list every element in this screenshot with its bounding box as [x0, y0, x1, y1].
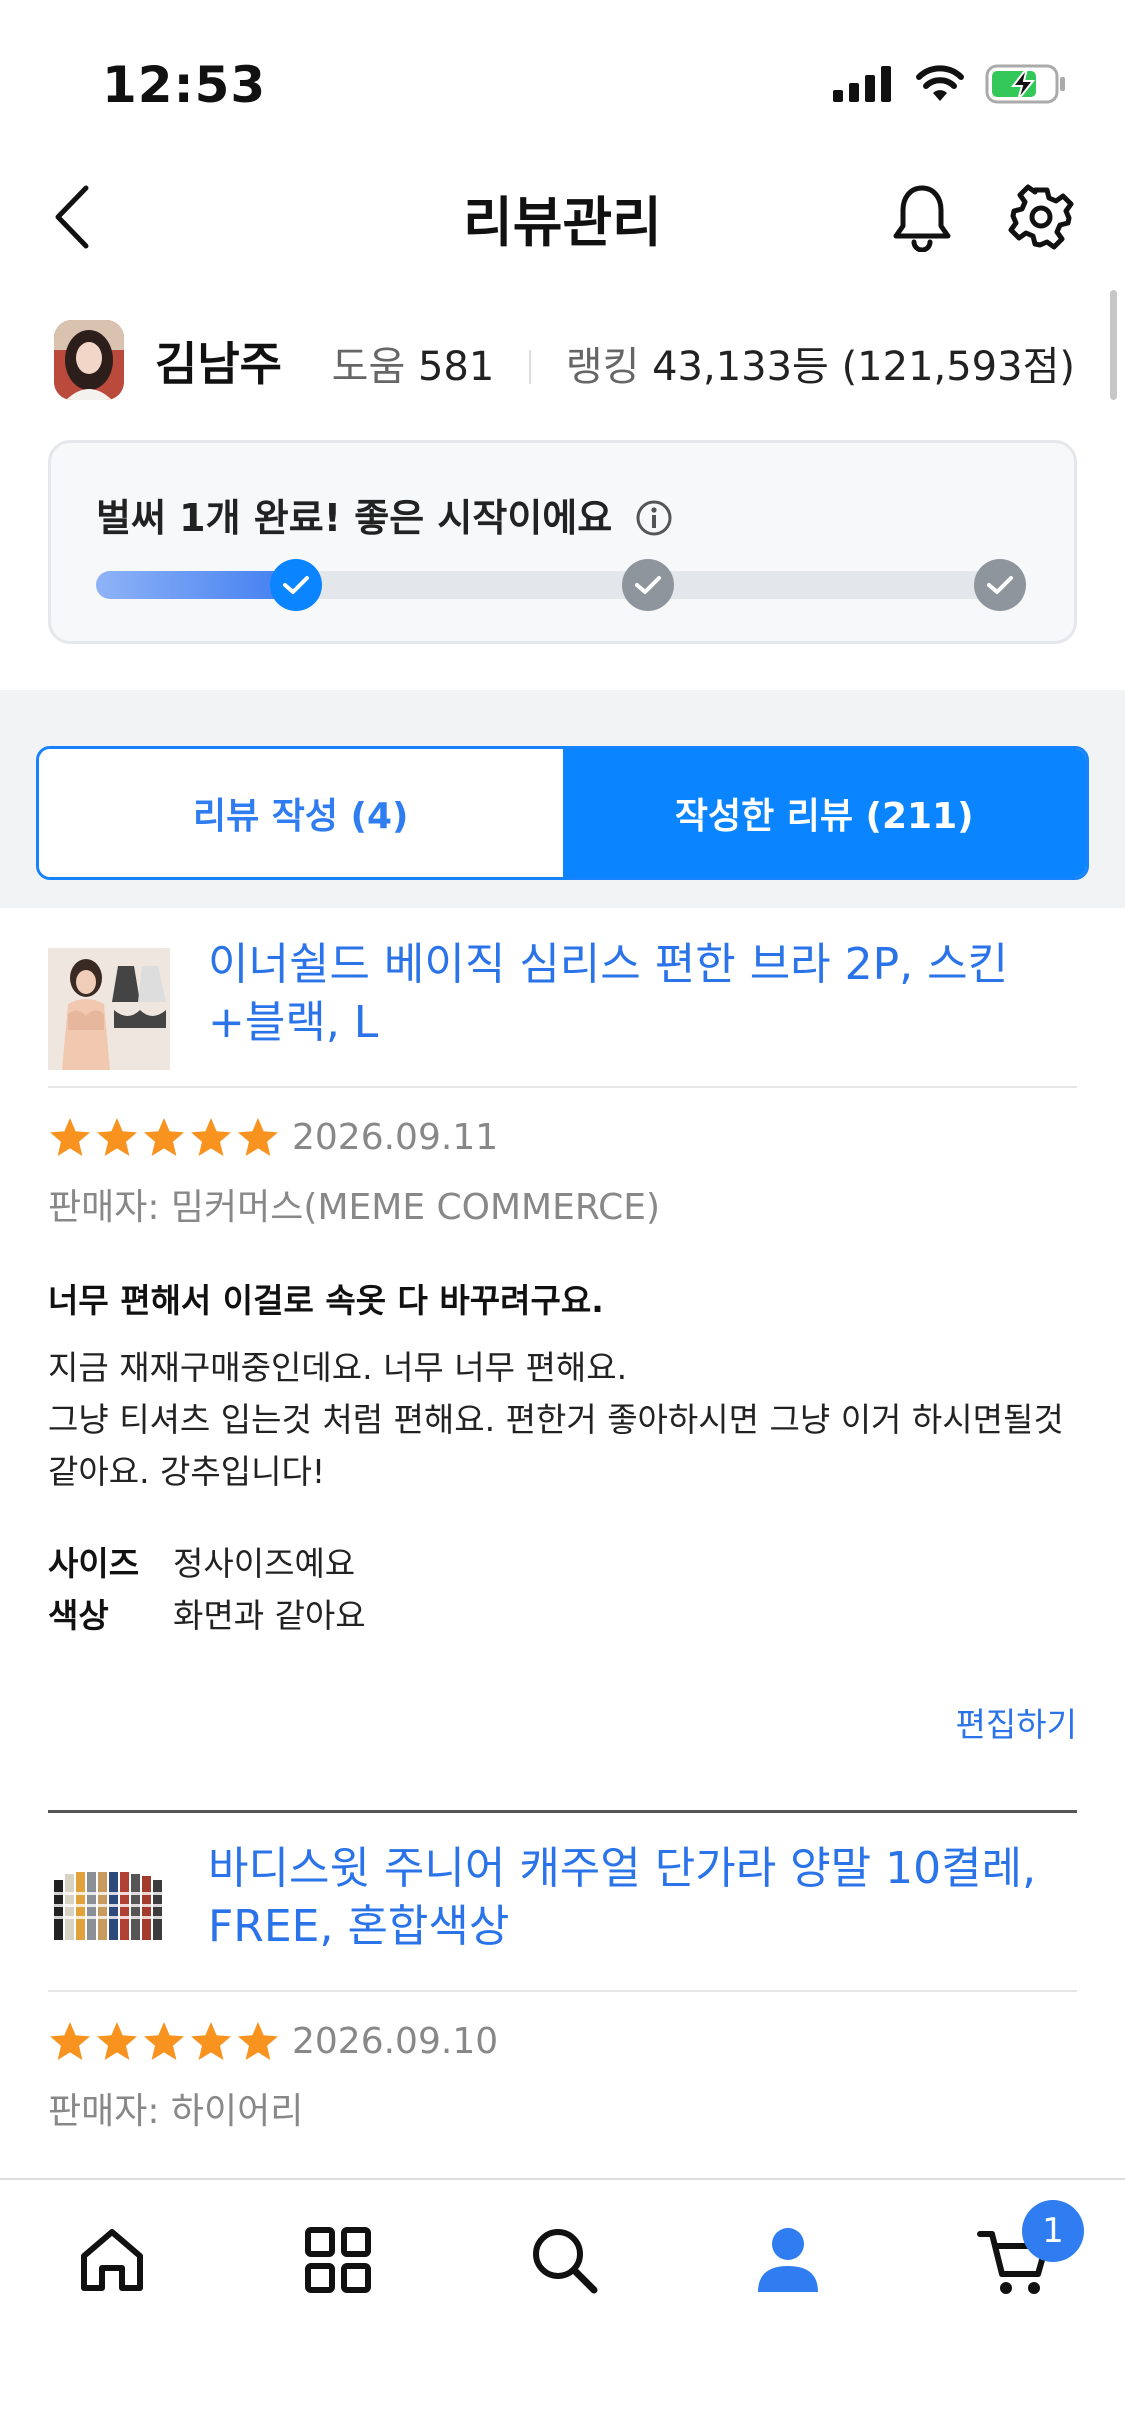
- settings-gear-icon[interactable]: [1008, 182, 1074, 252]
- progress-track: [96, 559, 1026, 611]
- avatar: [54, 320, 124, 400]
- star-icon: [191, 1118, 231, 1156]
- attribute-key: 색상: [48, 1596, 109, 1635]
- profile-stats: 도움 581 랭킹 43,133등 (121,593점): [332, 334, 1075, 392]
- stats-divider: [529, 350, 532, 384]
- seller-name: 판매자: 하이어리: [48, 2091, 304, 2132]
- product-name-link[interactable]: 바디스윗 주니어 캐주얼 단가라 양말 10켤레, FREE, 혼합색상: [208, 1840, 1078, 1956]
- status-time: 12:53: [102, 56, 267, 114]
- bottom-navigation: 1: [0, 2178, 1125, 2436]
- ranking-value: 43,133등 (121,593점): [652, 344, 1075, 390]
- status-icons: [833, 64, 1067, 104]
- star-icon: [97, 1118, 137, 1156]
- home-icon[interactable]: [72, 2220, 152, 2300]
- review-card: 바디스윗 주니어 캐주얼 단가라 양말 10켤레, FREE, 혼합색상 202…: [48, 1840, 1077, 2134]
- attribute-row: 색상 화면과 같아요: [48, 1590, 1077, 1642]
- review-tabs: 리뷰 작성 (4) 작성한 리뷰 (211): [36, 746, 1089, 880]
- divider: [48, 1086, 1077, 1088]
- socks-product-image: [48, 1852, 170, 1974]
- cart-badge: 1: [1022, 2200, 1084, 2262]
- product-thumbnail[interactable]: [48, 1852, 170, 1974]
- review-meta: 2026.09.11: [48, 1116, 1077, 1158]
- profile-name: 김남주: [155, 337, 282, 391]
- avatar-image: [54, 320, 124, 400]
- review-product[interactable]: 이너쉴드 베이직 심리스 편한 브라 2P, 스킨+블랙, L: [48, 936, 1077, 1086]
- review-card: 이너쉴드 베이직 심리스 편한 브라 2P, 스킨+블랙, L 2026.09.…: [48, 936, 1077, 1746]
- product-thumbnail[interactable]: [48, 948, 170, 1070]
- step-pending-icon: [622, 559, 674, 611]
- star-icon: [238, 1118, 278, 1156]
- notification-bell-icon[interactable]: [890, 182, 954, 252]
- step-completed-icon: [270, 559, 322, 611]
- star-icon: [191, 2022, 231, 2060]
- review-date: 2026.09.11: [292, 1116, 499, 1158]
- progress-message: 벌써 1개 완료! 좋은 시작이에요: [96, 487, 673, 542]
- review-meta: 2026.09.10: [48, 2020, 1077, 2062]
- wifi-icon: [916, 65, 964, 101]
- status-bar: 12:53: [0, 0, 1125, 160]
- review-date: 2026.09.10: [292, 2020, 499, 2062]
- cellular-signal-icon: [833, 66, 891, 102]
- ranking-label: 랭킹: [565, 344, 640, 390]
- info-icon[interactable]: [635, 499, 673, 537]
- battery-charging-icon: [985, 64, 1065, 104]
- divider: [48, 1990, 1077, 1992]
- help-count: 581: [417, 344, 495, 390]
- review-separator: [48, 1810, 1077, 1813]
- progress-card: 벌써 1개 완료! 좋은 시작이에요: [48, 440, 1077, 644]
- attribute-value: 정사이즈예요: [173, 1544, 356, 1583]
- help-label: 도움: [331, 344, 406, 390]
- attribute-value: 화면과 같아요: [173, 1596, 366, 1635]
- page-title: 리뷰관리: [463, 191, 662, 254]
- star-icon: [144, 2022, 184, 2060]
- search-icon[interactable]: [524, 2220, 604, 2300]
- bra-product-image: [48, 948, 170, 1070]
- tab-written-reviews[interactable]: 작성한 리뷰 (211): [562, 749, 1086, 877]
- progress-message-text: 벌써 1개 완료! 좋은 시작이에요: [96, 496, 613, 540]
- product-name-link[interactable]: 이너쉴드 베이직 심리스 편한 브라 2P, 스킨+블랙, L: [208, 936, 1078, 1052]
- tab-write-review[interactable]: 리뷰 작성 (4): [39, 749, 563, 877]
- attribute-key: 사이즈: [48, 1544, 140, 1583]
- attribute-row: 사이즈 정사이즈예요: [48, 1538, 1077, 1590]
- star-icon: [238, 2022, 278, 2060]
- my-page-icon[interactable]: [748, 2220, 828, 2300]
- review-body: 지금 재재구매중인데요. 너무 너무 편해요. 그냥 티셔츠 입는것 처럼 편해…: [48, 1348, 1064, 1491]
- categories-icon[interactable]: [298, 2220, 378, 2300]
- star-rating: [48, 1116, 280, 1158]
- seller-name: 판매자: 밈커머스(MEME COMMERCE): [48, 1187, 661, 1228]
- review-attributes: 사이즈 정사이즈예요 색상 화면과 같아요: [48, 1538, 1077, 1642]
- star-rating: [48, 2020, 280, 2062]
- star-icon: [50, 2022, 90, 2060]
- profile-summary: 김남주 도움 581 랭킹 43,133등 (121,593점): [0, 310, 1125, 410]
- star-icon: [50, 1118, 90, 1156]
- app-header: 리뷰관리: [0, 160, 1125, 270]
- star-icon: [144, 1118, 184, 1156]
- step-pending-icon: [974, 559, 1026, 611]
- scrollbar[interactable]: [1110, 290, 1117, 400]
- star-icon: [97, 2022, 137, 2060]
- review-title: 너무 편해서 이걸로 속옷 다 바꾸려구요.: [48, 1281, 604, 1320]
- review-product[interactable]: 바디스윗 주니어 캐주얼 단가라 양말 10켤레, FREE, 혼합색상: [48, 1840, 1077, 1990]
- progress-fill: [96, 571, 296, 599]
- edit-review-link[interactable]: 편집하기: [48, 1698, 1077, 1746]
